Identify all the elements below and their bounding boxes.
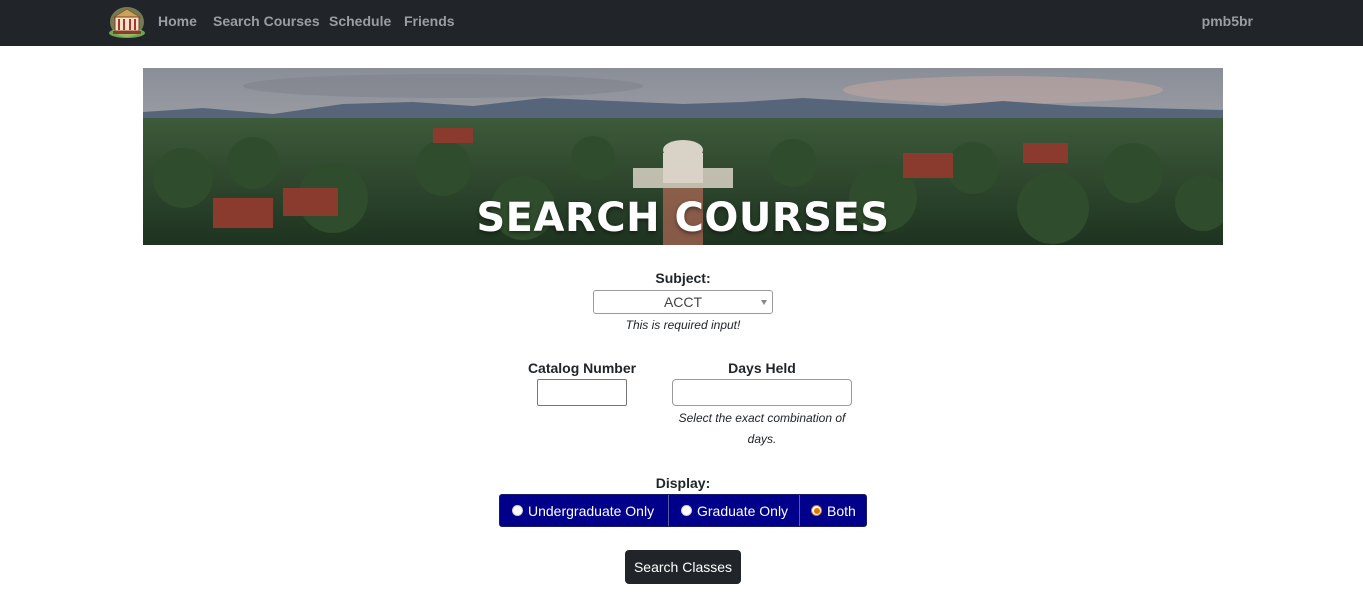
days-held-help-text: Select the exact combination of days. <box>678 411 846 446</box>
radio-both[interactable]: Both <box>799 495 866 526</box>
nav-link-search-courses[interactable]: Search Courses <box>213 13 320 29</box>
radio-undergraduate-only-label: Undergraduate Only <box>528 502 655 519</box>
display-radio-group: Undergraduate Only Graduate Only Both <box>499 494 867 527</box>
subject-selected-value: ACCT <box>663 294 703 310</box>
radio-graduate-only[interactable]: Graduate Only <box>668 495 799 526</box>
nav-link-home[interactable]: Home <box>158 13 197 29</box>
subject-label: Subject: <box>655 270 711 286</box>
rotunda-logo-icon[interactable] <box>108 5 146 39</box>
catalog-number-input[interactable] <box>537 379 627 406</box>
user-menu[interactable]: pmb5br <box>1202 13 1253 29</box>
radio-undergraduate-only[interactable]: Undergraduate Only <box>500 495 668 526</box>
top-navbar: Home Search Courses Schedule Friends pmb… <box>0 0 1363 46</box>
subject-help-text: This is required input! <box>625 318 741 332</box>
display-label: Display: <box>655 475 711 491</box>
radio-both-label: Both <box>827 502 856 519</box>
nav-link-friends[interactable]: Friends <box>404 13 455 29</box>
campus-banner: SEARCH COURSES <box>143 68 1223 245</box>
days-held-input[interactable] <box>672 379 852 406</box>
search-classes-button[interactable]: Search Classes <box>625 550 741 584</box>
catalog-number-label: Catalog Number <box>527 360 637 376</box>
days-held-label: Days Held <box>728 360 796 376</box>
radio-unchecked-icon[interactable] <box>512 505 523 516</box>
subject-select[interactable]: ACCT <box>593 290 773 314</box>
radio-unchecked-icon[interactable] <box>681 505 692 516</box>
nav-link-schedule[interactable]: Schedule <box>329 13 391 29</box>
chevron-down-icon <box>761 300 767 305</box>
radio-checked-icon[interactable] <box>811 505 822 516</box>
page-title: SEARCH COURSES <box>476 195 890 241</box>
radio-graduate-only-label: Graduate Only <box>697 502 789 519</box>
